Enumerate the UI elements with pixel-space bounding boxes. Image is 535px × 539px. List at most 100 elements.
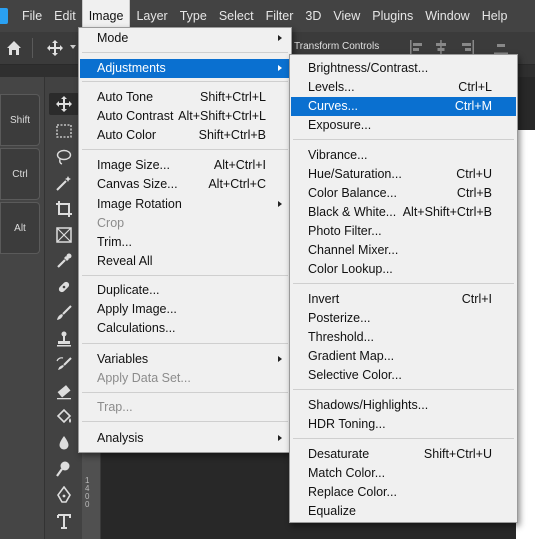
- menu-item-levels[interactable]: Levels... Ctrl+L: [291, 78, 516, 97]
- crop-tool-icon[interactable]: [55, 200, 73, 218]
- marquee-tool-icon[interactable]: [55, 122, 73, 140]
- menu-edit[interactable]: Edit: [48, 0, 82, 32]
- lasso-tool-icon[interactable]: [55, 148, 73, 166]
- menu-item-label: Trap...: [97, 400, 133, 414]
- menu-item-hue-saturation[interactable]: Hue/Saturation... Ctrl+U: [291, 165, 516, 184]
- menu-window[interactable]: Window: [419, 0, 475, 32]
- menu-item-label: Duplicate...: [97, 283, 160, 297]
- menu-help[interactable]: Help: [476, 0, 514, 32]
- menu-item-label: Apply Image...: [97, 302, 177, 316]
- menu-item-label: Mode: [97, 31, 129, 45]
- move-tool-icon[interactable]: [55, 95, 73, 113]
- menu-item-invert[interactable]: Invert Ctrl+I: [291, 290, 516, 309]
- healing-brush-tool-icon[interactable]: [55, 278, 73, 296]
- submenu-arrow-icon: [278, 356, 282, 362]
- menu-item-label: Reveal All: [97, 254, 153, 268]
- menu-item-auto-contrast[interactable]: Auto Contrast Alt+Shift+Ctrl+L: [80, 107, 290, 126]
- menu-item-mode[interactable]: Mode: [80, 29, 290, 48]
- blur-tool-icon[interactable]: [55, 434, 73, 452]
- menu-separator: [293, 139, 514, 140]
- menu-item-color-balance[interactable]: Color Balance... Ctrl+B: [291, 184, 516, 203]
- menu-item-label: Hue/Saturation...: [308, 167, 402, 181]
- menu-item-apply-data-set: Apply Data Set...: [80, 369, 290, 388]
- menu-item-auto-color[interactable]: Auto Color Shift+Ctrl+B: [80, 126, 290, 145]
- menu-item-posterize[interactable]: Posterize...: [291, 309, 516, 328]
- magic-wand-tool-icon[interactable]: [55, 174, 73, 192]
- alt-key-button[interactable]: Alt: [0, 202, 40, 254]
- modifier-keys-panel: Shift Ctrl Alt: [0, 77, 44, 539]
- menu-separator: [82, 52, 288, 53]
- menu-item-image-rotation[interactable]: Image Rotation: [80, 195, 290, 214]
- brush-tool-icon[interactable]: [55, 304, 73, 322]
- menu-plugins[interactable]: Plugins: [366, 0, 419, 32]
- move-tool-icon[interactable]: [46, 39, 64, 57]
- menu-item-analysis[interactable]: Analysis: [80, 429, 290, 448]
- eraser-tool-icon[interactable]: [55, 383, 73, 401]
- history-brush-tool-icon[interactable]: [55, 356, 73, 374]
- home-icon[interactable]: [6, 40, 22, 56]
- menu-item-color-lookup[interactable]: Color Lookup...: [291, 260, 516, 279]
- menu-item-replace-color[interactable]: Replace Color...: [291, 483, 516, 502]
- menu-item-gradient-map[interactable]: Gradient Map...: [291, 347, 516, 366]
- menu-item-match-color[interactable]: Match Color...: [291, 464, 516, 483]
- clone-stamp-tool-icon[interactable]: [55, 330, 73, 348]
- menu-item-label: Auto Contrast: [97, 109, 174, 123]
- submenu-arrow-icon: [278, 65, 282, 71]
- menu-item-shortcut: Ctrl+L: [458, 80, 492, 94]
- menu-item-exposure[interactable]: Exposure...: [291, 116, 516, 135]
- menu-item-label: Curves...: [308, 99, 359, 113]
- adjustments-submenu: Brightness/Contrast... Levels... Ctrl+L Cur…: [289, 54, 518, 523]
- menu-file[interactable]: File: [16, 0, 48, 32]
- menu-item-shortcut: Alt+Ctrl+I: [213, 158, 266, 172]
- align-left-icon[interactable]: [410, 40, 424, 54]
- menu-item-label: Trim...: [97, 235, 132, 249]
- menu-item-photo-filter[interactable]: Photo Filter...: [291, 222, 516, 241]
- menu-item-adjustments[interactable]: Adjustments: [80, 59, 290, 78]
- menu-item-shadows-highlights[interactable]: Shadows/Highlights...: [291, 396, 516, 415]
- dodge-tool-icon[interactable]: [55, 460, 73, 478]
- menu-item-label: Color Balance...: [308, 186, 397, 200]
- frame-tool-icon[interactable]: [55, 226, 73, 244]
- menu-3d[interactable]: 3D: [299, 0, 327, 32]
- menu-item-trim[interactable]: Trim...: [80, 233, 290, 252]
- menu-item-black-white[interactable]: Black & White... Alt+Shift+Ctrl+B: [291, 203, 516, 222]
- menu-item-desaturate[interactable]: Desaturate Shift+Ctrl+U: [291, 445, 516, 464]
- menu-item-curves[interactable]: Curves... Ctrl+M: [291, 97, 516, 116]
- menu-item-apply-image[interactable]: Apply Image...: [80, 300, 290, 319]
- shift-key-button[interactable]: Shift: [0, 94, 40, 146]
- chevron-down-icon[interactable]: [70, 45, 76, 49]
- menu-item-shortcut: Shift+Ctrl+U: [423, 447, 492, 461]
- menu-item-auto-tone[interactable]: Auto Tone Shift+Ctrl+L: [80, 88, 290, 107]
- menu-item-calculations[interactable]: Calculations...: [80, 319, 290, 338]
- menu-item-variables[interactable]: Variables: [80, 350, 290, 369]
- paint-bucket-tool-icon[interactable]: [55, 408, 73, 426]
- menu-item-vibrance[interactable]: Vibrance...: [291, 146, 516, 165]
- menu-item-shortcut: Alt+Ctrl+C: [208, 177, 266, 191]
- menu-item-canvas-size[interactable]: Canvas Size... Alt+Ctrl+C: [80, 175, 290, 194]
- menu-item-threshold[interactable]: Threshold...: [291, 328, 516, 347]
- menu-item-brightness-contrast[interactable]: Brightness/Contrast...: [291, 59, 516, 78]
- menu-item-hdr-toning[interactable]: HDR Toning...: [291, 415, 516, 434]
- menu-view[interactable]: View: [327, 0, 366, 32]
- pen-tool-icon[interactable]: [55, 486, 73, 504]
- type-tool-icon[interactable]: [55, 512, 73, 530]
- document-canvas[interactable]: [516, 130, 535, 539]
- menu-item-label: Posterize...: [308, 311, 371, 325]
- eyedropper-tool-icon[interactable]: [55, 252, 73, 270]
- menu-item-selective-color[interactable]: Selective Color...: [291, 366, 516, 385]
- align-top-icon[interactable]: [494, 40, 508, 54]
- ctrl-key-button[interactable]: Ctrl: [0, 148, 40, 200]
- submenu-arrow-icon: [278, 201, 282, 207]
- menu-item-label: Adjustments: [97, 61, 166, 75]
- menu-item-label: Black & White...: [308, 205, 397, 219]
- align-center-icon[interactable]: [434, 40, 448, 54]
- menu-item-reveal-all[interactable]: Reveal All: [80, 252, 290, 271]
- menu-item-image-size[interactable]: Image Size... Alt+Ctrl+I: [80, 156, 290, 175]
- menu-item-channel-mixer[interactable]: Channel Mixer...: [291, 241, 516, 260]
- menu-item-duplicate[interactable]: Duplicate...: [80, 281, 290, 300]
- menu-item-equalize[interactable]: Equalize: [291, 502, 516, 521]
- align-right-icon[interactable]: [460, 40, 474, 54]
- menu-item-shortcut: Shift+Ctrl+B: [198, 128, 266, 142]
- menu-separator: [82, 149, 288, 150]
- menu-item-label: Channel Mixer...: [308, 243, 399, 257]
